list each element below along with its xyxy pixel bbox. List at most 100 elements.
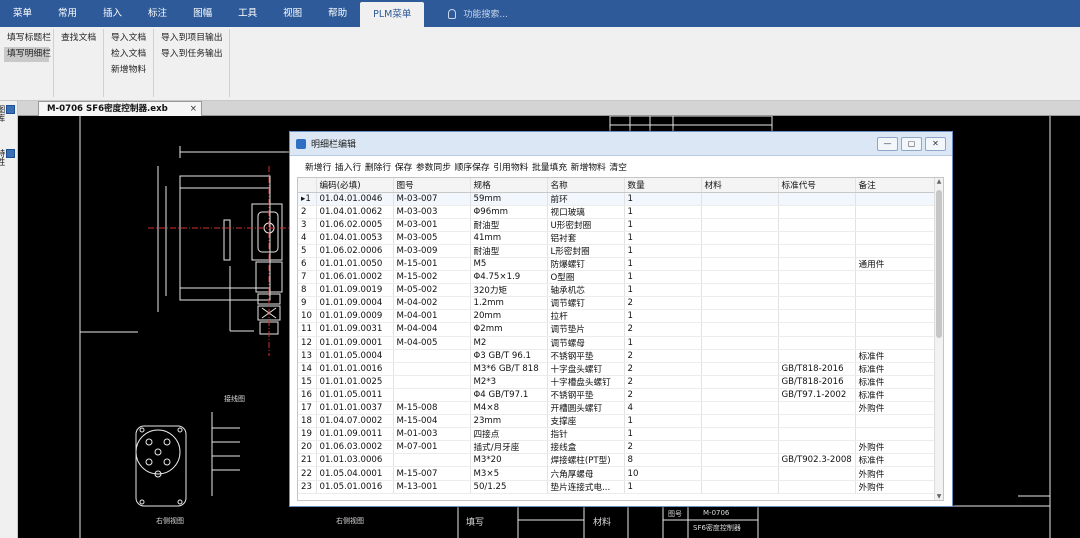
table-cell[interactable]: 01.01.01.0016 <box>316 362 394 376</box>
table-row[interactable]: 12 01.01.09.0001 M-04-005 M2 调节螺母 1 <box>298 336 939 350</box>
column-header[interactable]: 数量 <box>624 178 702 193</box>
table-cell[interactable]: 前环 <box>547 192 625 206</box>
table-cell[interactable] <box>855 427 939 442</box>
vertical-scrollbar[interactable]: ▲ ▼ <box>934 178 943 500</box>
table-cell[interactable]: M-03-005 <box>393 231 471 245</box>
table-cell[interactable]: 01.01.01.0050 <box>316 257 394 272</box>
table-cell[interactable] <box>778 270 856 285</box>
menu-main[interactable]: 菜单 <box>0 0 45 27</box>
table-cell[interactable] <box>778 218 856 232</box>
menu-view[interactable]: 视图 <box>270 0 315 27</box>
table-row[interactable]: 22 01.05.04.0001 M-15-007 M3×5 六角厚螺母 10 外购件 <box>298 466 939 481</box>
table-cell[interactable]: 1.2mm <box>470 296 548 311</box>
table-row[interactable]: 15 01.01.01.0025 M2*3 十字槽盘头螺钉 2 GB/T818-2016 标… <box>298 375 939 389</box>
find-document-button[interactable]: 查找文档 <box>58 31 99 46</box>
table-cell[interactable]: M2 <box>470 336 548 350</box>
table-row[interactable]: 16 01.01.05.0011 Φ4 GB/T97.1 不锈钢平垫 2 GB/T97.1… <box>298 388 939 403</box>
table-cell[interactable] <box>701 336 779 350</box>
table-cell[interactable] <box>778 257 856 272</box>
table-cell[interactable]: 1 <box>624 309 702 324</box>
table-cell[interactable]: M5 <box>470 257 548 272</box>
table-cell[interactable] <box>855 414 939 429</box>
table-cell[interactable]: 01.04.07.0002 <box>316 414 394 429</box>
add-material-button[interactable]: 新增物料 <box>108 63 149 78</box>
table-cell[interactable]: M-13-001 <box>393 480 471 494</box>
table-row[interactable]: 19 01.01.09.0011 M-01-003 四接点 指针 1 <box>298 427 939 442</box>
clear-button[interactable]: 清空 <box>609 160 627 173</box>
dialog-title-bar[interactable]: 明细栏编辑 — ▢ ✕ <box>290 132 952 156</box>
table-cell[interactable]: M-15-008 <box>393 401 471 416</box>
table-cell[interactable]: 焊接螺柱(PT型) <box>547 453 625 468</box>
table-cell[interactable]: 十字盘头螺钉 <box>547 362 625 376</box>
table-cell[interactable]: 耐油型 <box>470 218 548 232</box>
table-row[interactable]: 7 01.06.01.0002 M-15-002 Φ4.75×1.9 O型圈 1 <box>298 270 939 285</box>
batch-fill-button[interactable]: 批量填充 <box>532 160 567 173</box>
table-cell[interactable] <box>701 192 779 206</box>
table-cell[interactable]: 01.06.02.0006 <box>316 244 394 258</box>
fill-title-block-button[interactable]: 填写标题栏 <box>4 31 51 46</box>
table-cell[interactable] <box>778 349 856 363</box>
table-cell[interactable]: 外购件 <box>855 466 939 481</box>
table-cell[interactable] <box>393 349 471 363</box>
table-cell[interactable]: GB/T818-2016 <box>778 362 856 376</box>
table-cell[interactable]: 8 <box>624 453 702 468</box>
table-cell[interactable] <box>701 309 779 324</box>
reference-material-button[interactable]: 引用物料 <box>493 160 528 173</box>
table-cell[interactable]: 2 <box>624 349 702 363</box>
table-cell[interactable]: GB/T818-2016 <box>778 375 856 389</box>
table-cell[interactable]: M2*3 <box>470 375 548 389</box>
table-row[interactable]: 14 01.01.01.0016 M3*6 GB/T 818 十字盘头螺钉 2 GB/T8… <box>298 362 939 376</box>
table-cell[interactable]: 01.06.02.0005 <box>316 218 394 232</box>
menu-common[interactable]: 常用 <box>45 0 90 27</box>
table-cell[interactable]: M4×8 <box>470 401 548 416</box>
table-cell[interactable] <box>701 205 779 219</box>
table-cell[interactable]: 外购件 <box>855 401 939 416</box>
table-cell[interactable] <box>701 257 779 272</box>
menu-insert[interactable]: 插入 <box>90 0 135 27</box>
table-cell[interactable]: 调节螺母 <box>547 336 625 350</box>
table-cell[interactable] <box>778 283 856 298</box>
table-cell[interactable] <box>778 244 856 258</box>
table-cell[interactable] <box>855 192 939 206</box>
column-header[interactable]: 材料 <box>701 178 779 193</box>
table-cell[interactable]: 2 <box>624 296 702 311</box>
table-cell[interactable]: 01.01.09.0011 <box>316 427 394 442</box>
table-row[interactable]: 11 01.01.09.0031 M-04-004 Φ2mm 调节垫片 2 <box>298 322 939 337</box>
table-cell[interactable] <box>778 466 856 481</box>
table-row[interactable]: 17 01.01.01.0037 M-15-008 M4×8 开槽圆头螺钉 4 外购件 <box>298 401 939 416</box>
sync-params-button[interactable]: 参数同步 <box>416 160 451 173</box>
table-cell[interactable]: 六角厚螺母 <box>547 466 625 481</box>
table-row[interactable]: 6 01.01.01.0050 M-15-001 M5 防爆螺钉 1 通用件 <box>298 257 939 272</box>
table-cell[interactable] <box>701 349 779 363</box>
table-cell[interactable]: 垫片连接式电... <box>547 480 625 494</box>
table-cell[interactable]: 20mm <box>470 309 548 324</box>
table-cell[interactable]: M-03-003 <box>393 205 471 219</box>
table-cell[interactable]: Φ3 GB/T 96.1 <box>470 349 548 363</box>
table-cell[interactable]: 50/1.25 <box>470 480 548 494</box>
table-cell[interactable] <box>701 296 779 311</box>
table-cell[interactable] <box>701 440 779 455</box>
table-cell[interactable]: 2 <box>624 440 702 455</box>
table-cell[interactable]: 1 <box>624 205 702 219</box>
scroll-down-icon[interactable]: ▼ <box>935 493 943 500</box>
table-cell[interactable]: 拉杆 <box>547 309 625 324</box>
table-cell[interactable]: 调节螺钉 <box>547 296 625 311</box>
table-cell[interactable]: L形密封圈 <box>547 244 625 258</box>
table-cell[interactable] <box>701 388 779 403</box>
table-cell[interactable]: 不锈钢平垫 <box>547 349 625 363</box>
table-cell[interactable]: 23mm <box>470 414 548 429</box>
table-cell[interactable] <box>701 218 779 232</box>
table-cell[interactable]: M-03-001 <box>393 218 471 232</box>
table-cell[interactable]: 1 <box>624 270 702 285</box>
table-cell[interactable]: Φ2mm <box>470 322 548 337</box>
table-cell[interactable]: 01.06.03.0002 <box>316 440 394 455</box>
table-cell[interactable]: M3*20 <box>470 453 548 468</box>
table-cell[interactable] <box>701 270 779 285</box>
table-cell[interactable]: 开槽圆头螺钉 <box>547 401 625 416</box>
table-row[interactable]: 5 01.06.02.0006 M-03-009 耐油型 L形密封圈 1 <box>298 244 939 258</box>
table-cell[interactable]: 01.01.01.0037 <box>316 401 394 416</box>
table-cell[interactable]: 1 <box>624 244 702 258</box>
table-cell[interactable]: M3*6 GB/T 818 <box>470 362 548 376</box>
table-row[interactable]: 13 01.01.05.0004 Φ3 GB/T 96.1 不锈钢平垫 2 标准件 <box>298 349 939 363</box>
table-cell[interactable]: Φ4 GB/T97.1 <box>470 388 548 403</box>
